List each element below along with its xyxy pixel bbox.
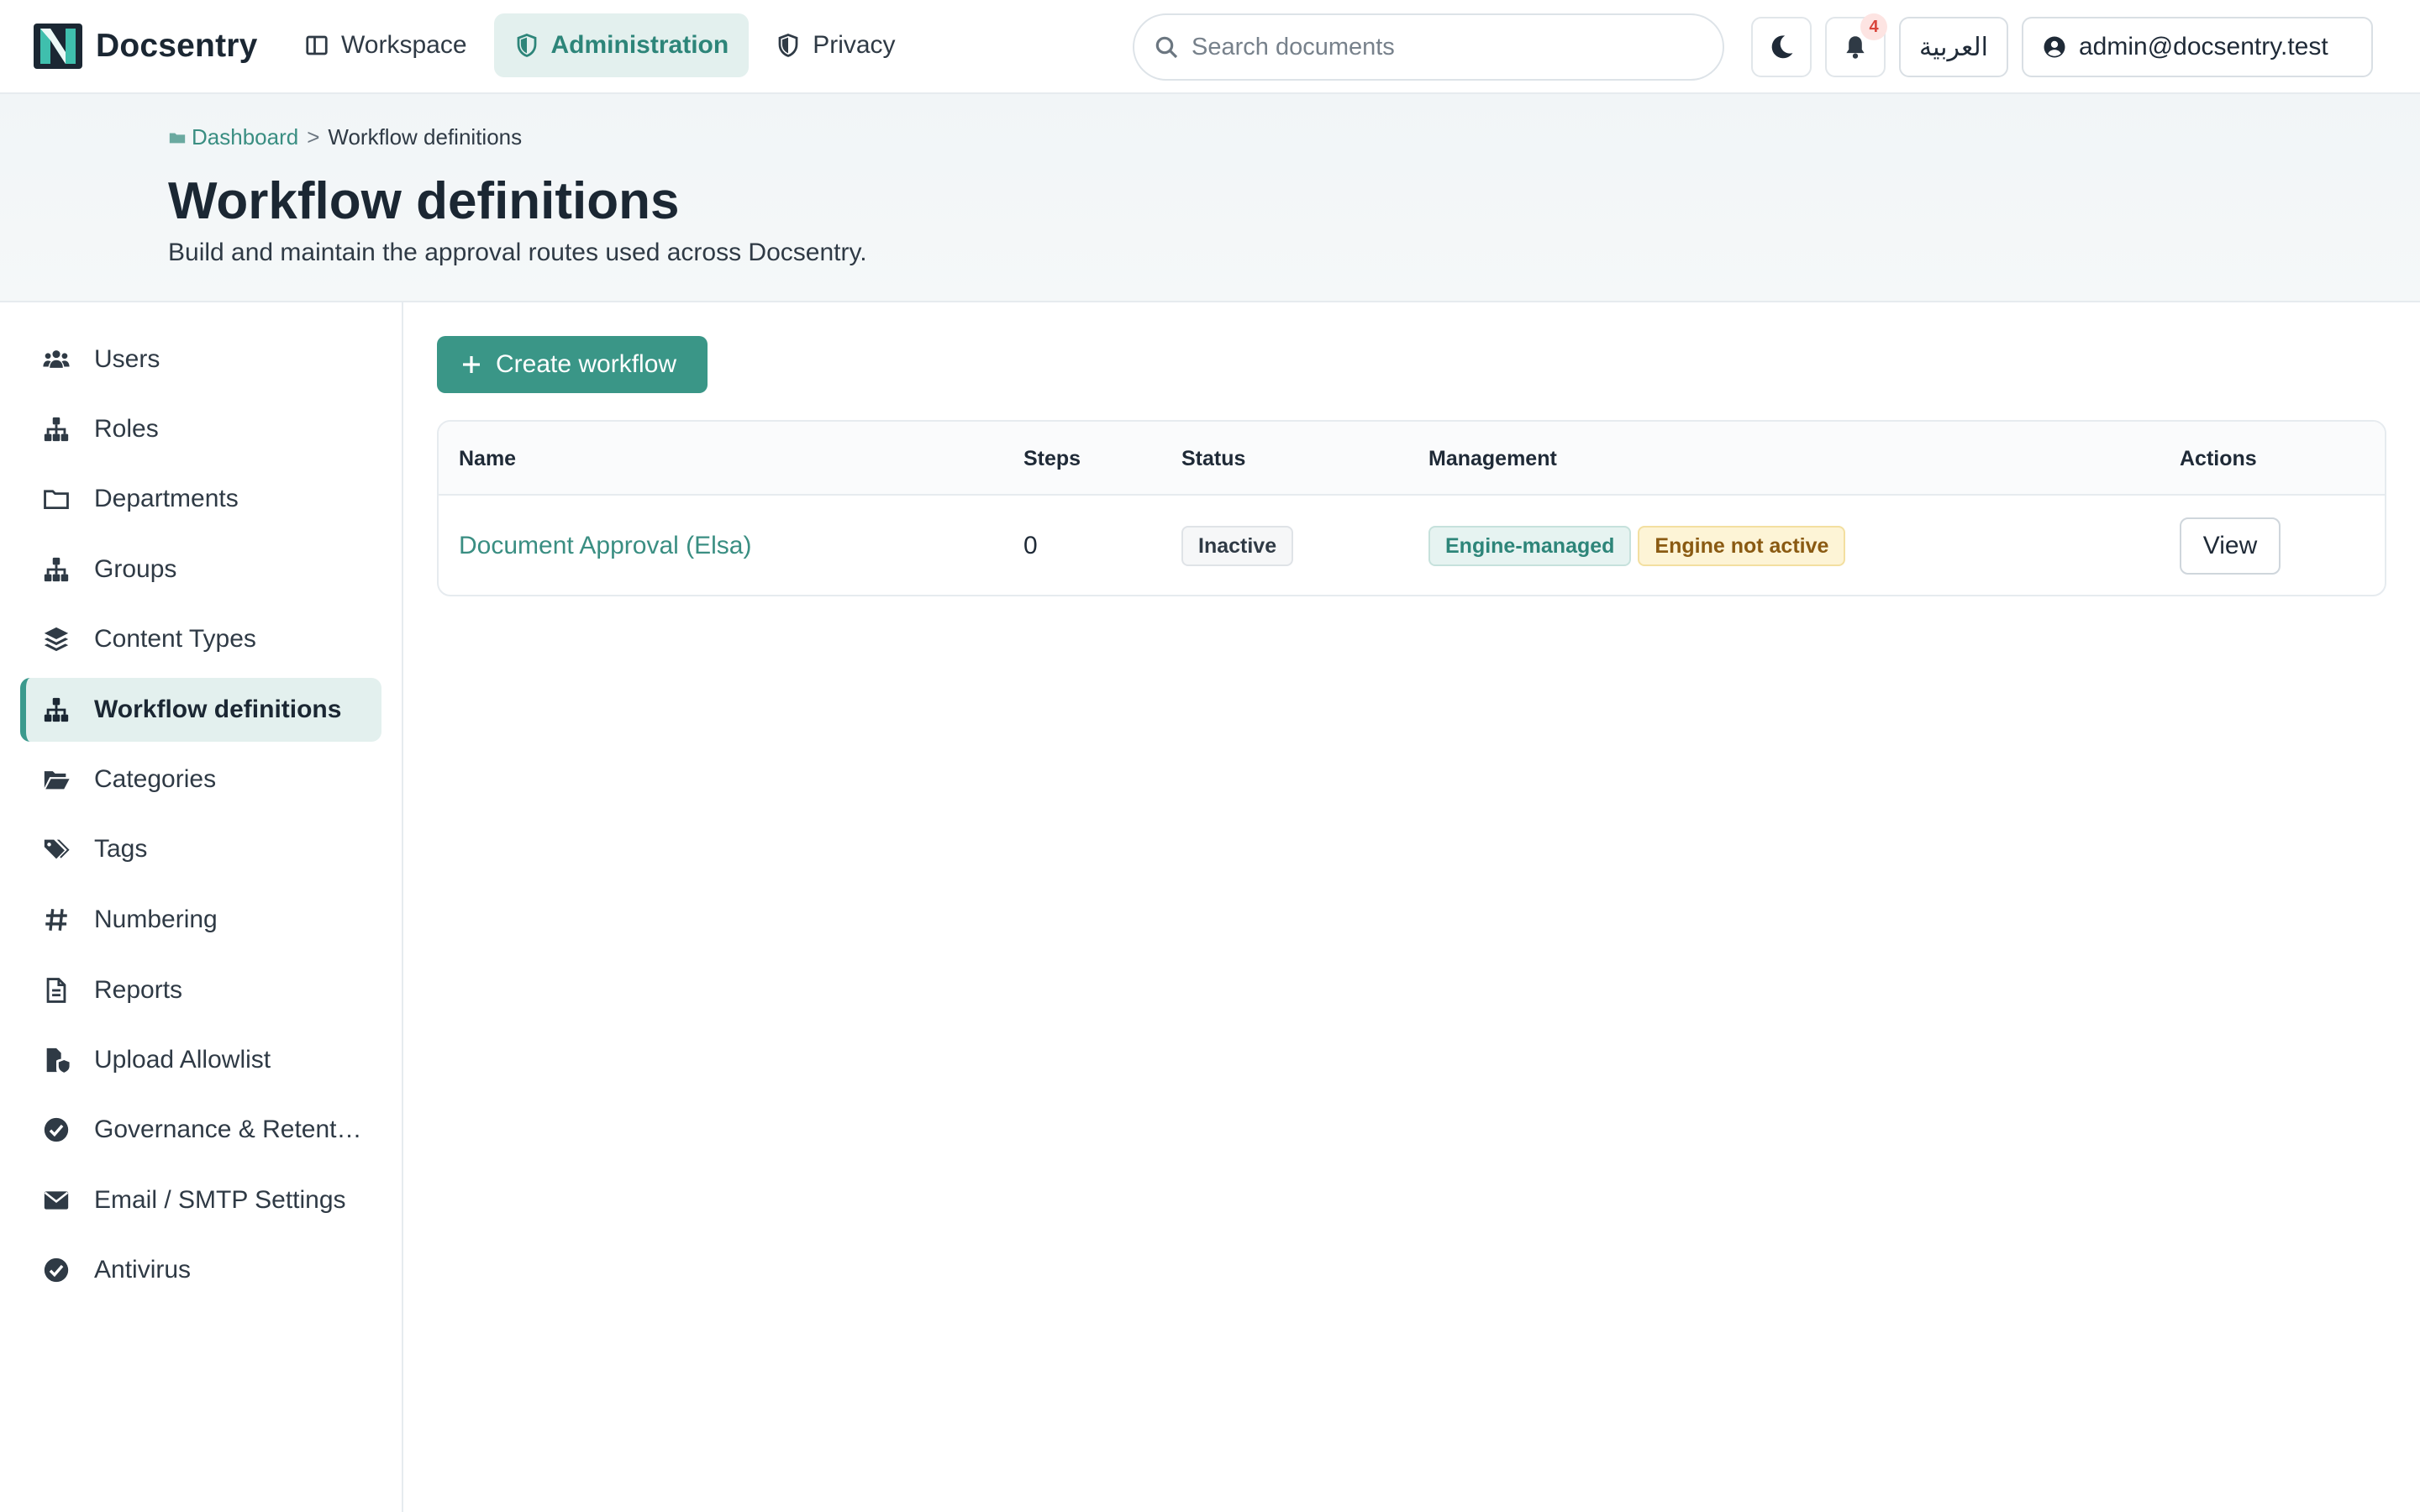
- folder-open-icon: [44, 771, 70, 790]
- view-button[interactable]: View: [2180, 517, 2281, 575]
- sidebar-item-label: Email / SMTP Settings: [94, 1186, 346, 1214]
- nav-privacy-label: Privacy: [813, 31, 896, 59]
- create-workflow-button[interactable]: Create workflow: [437, 336, 708, 393]
- sidebar-item-users[interactable]: Users: [20, 328, 381, 391]
- notification-count-badge: 4: [1860, 13, 1887, 40]
- sidebar-item-label: Antivirus: [94, 1256, 192, 1284]
- nav-administration-label: Administration: [550, 31, 729, 59]
- column-header-actions: Actions: [2180, 447, 2257, 470]
- workflow-status-cell: Inactive: [1181, 496, 1300, 595]
- user-circle-icon: [2044, 36, 2065, 58]
- sidebar-item-workflow-definitions[interactable]: Workflow definitions: [20, 678, 381, 742]
- user-email: admin@docsentry.test: [2079, 33, 2328, 60]
- search-input[interactable]: [1192, 33, 1696, 61]
- envelope-icon: [44, 1191, 69, 1210]
- sidebar-item-label: Users: [94, 345, 160, 373]
- page-header: Dashboard > Workflow definitions Workflo…: [0, 94, 2420, 302]
- sidebar-item-label: Departments: [94, 485, 239, 512]
- sidebar-item-content-types[interactable]: Content Types: [20, 607, 381, 671]
- sidebar-item-label: Roles: [94, 415, 159, 443]
- column-header-management[interactable]: Management: [1428, 447, 1557, 471]
- breadcrumb-dashboard-link[interactable]: Dashboard: [192, 124, 298, 150]
- workflow-management-cell: Engine-managed Engine not active: [1428, 496, 1852, 595]
- sidebar-item-label: Content Types: [94, 625, 256, 653]
- theme-toggle-button[interactable]: [1751, 17, 1812, 77]
- docsentry-logo-icon: [34, 24, 82, 69]
- workflow-name-cell: Document Approval (Elsa): [459, 496, 752, 595]
- sidebar-item-label: Categories: [94, 765, 217, 793]
- workflow-table: Name Steps Status Management Actions Doc…: [437, 420, 2386, 596]
- breadcrumb-separator: >: [307, 124, 320, 150]
- sidebar-item-label: Numbering: [94, 906, 218, 933]
- document-icon: [46, 978, 66, 1003]
- sidebar-item-label: Reports: [94, 976, 183, 1004]
- sidebar-item-email-smtp-settings[interactable]: Email / SMTP Settings: [20, 1168, 381, 1232]
- file-shield-icon: [46, 1047, 70, 1073]
- nav-workspace-label: Workspace: [341, 31, 467, 59]
- folder-icon: [169, 133, 186, 143]
- notifications-button[interactable]: 4: [1825, 13, 1887, 77]
- nav-privacy[interactable]: Privacy: [755, 13, 915, 77]
- language-button[interactable]: العربية: [1899, 17, 2008, 77]
- hierarchy-icon: [44, 557, 69, 582]
- sidebar-item-reports[interactable]: Reports: [20, 958, 381, 1022]
- hash-icon: [45, 909, 67, 931]
- brand[interactable]: Docsentry: [32, 22, 258, 71]
- engine-not-active-badge: Engine not active: [1638, 526, 1846, 566]
- column-header-status[interactable]: Status: [1181, 447, 1245, 471]
- shield-icon: [517, 34, 536, 57]
- layers-icon: [44, 627, 69, 652]
- brand-name: Docsentry: [96, 28, 258, 64]
- workflow-name-link[interactable]: Document Approval (Elsa): [459, 532, 752, 560]
- nav-administration[interactable]: Administration: [493, 13, 750, 77]
- sidebar-item-numbering[interactable]: Numbering: [20, 888, 381, 952]
- search-bar[interactable]: [1133, 13, 1724, 81]
- sidebar-item-governance-retention[interactable]: Governance & Retent…: [20, 1098, 381, 1162]
- sidebar-item-label: Upload Allowlist: [94, 1046, 271, 1074]
- status-badge: Inactive: [1181, 526, 1294, 566]
- sidebar-item-antivirus[interactable]: Antivirus: [20, 1238, 381, 1302]
- sidebar-item-groups[interactable]: Groups: [20, 538, 381, 601]
- workflow-steps-cell: 0: [1023, 496, 1038, 595]
- sidebar-item-departments[interactable]: Departments: [20, 467, 381, 531]
- workflow-steps-value: 0: [1023, 532, 1038, 559]
- sidebar-item-tags[interactable]: Tags: [20, 817, 381, 881]
- column-header-steps[interactable]: Steps: [1023, 447, 1081, 471]
- engine-managed-badge: Engine-managed: [1428, 526, 1632, 566]
- hierarchy-icon: [44, 697, 69, 722]
- table-header: Name Steps Status Management Actions: [439, 422, 2385, 496]
- users-icon: [43, 350, 70, 368]
- sidebar-item-label: Workflow definitions: [94, 696, 342, 723]
- column-header-name[interactable]: Name: [459, 447, 516, 471]
- moon-icon: [1771, 35, 1793, 59]
- create-workflow-label: Create workflow: [496, 350, 677, 378]
- top-bar: Docsentry Workspace Administration Priva…: [0, 0, 2420, 94]
- sidebar-item-label: Tags: [94, 835, 148, 863]
- user-menu-button[interactable]: admin@docsentry.test: [2022, 17, 2373, 77]
- sidebar-item-roles[interactable]: Roles: [20, 397, 381, 461]
- nav-workspace[interactable]: Workspace: [284, 13, 487, 77]
- plus-icon: [463, 356, 480, 373]
- shield-icon: [778, 34, 798, 57]
- search-icon: [1155, 36, 1178, 59]
- workflow-actions-cell: View: [2180, 496, 2281, 595]
- breadcrumb-current: Workflow definitions: [328, 124, 523, 150]
- sidebar-item-upload-allowlist[interactable]: Upload Allowlist: [20, 1028, 381, 1092]
- tags-icon: [44, 839, 70, 859]
- sidebar-item-categories[interactable]: Categories: [20, 748, 381, 811]
- page-title: Workflow definitions: [168, 172, 680, 230]
- check-circle-icon: [44, 1117, 69, 1142]
- admin-sidebar: Users Roles Departments Groups Content T…: [0, 302, 403, 1512]
- page-subtitle: Build and maintain the approval routes u…: [168, 239, 867, 266]
- check-circle-icon: [44, 1257, 69, 1283]
- workspace-icon: [306, 35, 328, 55]
- hierarchy-icon: [44, 417, 69, 442]
- main-nav: Workspace Administration Privacy: [284, 13, 923, 77]
- sidebar-item-label: Governance & Retent…: [94, 1116, 362, 1143]
- breadcrumb: Dashboard > Workflow definitions: [168, 124, 522, 150]
- sidebar-item-label: Groups: [94, 555, 177, 583]
- folder-icon: [44, 490, 69, 510]
- table-row: Document Approval (Elsa) 0 Inactive Engi…: [439, 496, 2385, 595]
